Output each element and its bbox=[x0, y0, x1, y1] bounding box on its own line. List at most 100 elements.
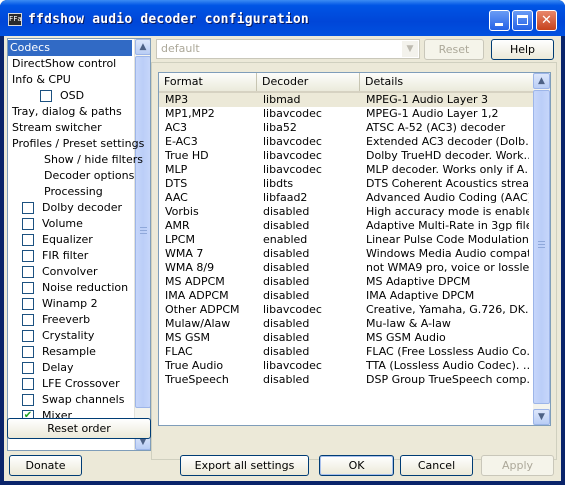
details-cell: Creative, Yamaha, G.726, DK… bbox=[366, 303, 529, 316]
dialog-client-area: ▲ ▼ Codecs DirectShow control Info & CPU OS… bbox=[4, 36, 561, 481]
tree-item-label: Resample bbox=[42, 345, 96, 358]
ok-button[interactable]: OK bbox=[319, 455, 394, 476]
tree-item-checkbox[interactable] bbox=[22, 314, 34, 326]
table-row[interactable]: WMA 8/9 disabled not WMA9 pro, voice or lo… bbox=[159, 261, 534, 275]
table-row[interactable]: MP1,MP2 libavcodec MPEG-1 Audio Layer 1,2 bbox=[159, 107, 534, 121]
table-row[interactable]: MS ADPCM disabled MS Adaptive DPCM bbox=[159, 275, 534, 289]
close-icon: ✕ bbox=[541, 13, 552, 28]
preset-value: default bbox=[161, 42, 200, 55]
details-cell: FLAC (Free Lossless Audio Co… bbox=[366, 345, 529, 358]
tree-item-checkbox[interactable] bbox=[22, 362, 34, 374]
export-all-settings-button[interactable]: Export all settings bbox=[180, 455, 309, 476]
table-row[interactable]: AAC libfaad2 Advanced Audio Coding (AAC) bbox=[159, 191, 534, 205]
preset-reset-button[interactable]: Reset bbox=[424, 39, 484, 60]
tree-item-checkbox[interactable] bbox=[22, 330, 34, 342]
window-title: ffdshow audio decoder configuration bbox=[28, 12, 309, 27]
tree-item-label: Winamp 2 bbox=[42, 297, 98, 310]
tree-item-label: Stream switcher bbox=[12, 121, 102, 134]
tree-item-label: Crystality bbox=[42, 329, 95, 342]
apply-button[interactable]: Apply bbox=[481, 455, 554, 476]
table-row[interactable]: True HD libavcodec Dolby TrueHD decoder. W… bbox=[159, 149, 534, 163]
table-row[interactable]: MLP libavcodec MLP decoder. Works only if … bbox=[159, 163, 534, 177]
tree-item-checkbox[interactable] bbox=[40, 90, 52, 102]
decoder-cell: libavcodec bbox=[263, 163, 322, 176]
format-cell: WMA 7 bbox=[165, 247, 204, 260]
column-header-format[interactable]: Format bbox=[159, 73, 257, 91]
tree-item-label: Codecs bbox=[10, 41, 50, 54]
tree-item-checkbox[interactable] bbox=[22, 266, 34, 278]
table-row[interactable]: AC3 liba52 ATSC A-52 (AC3) decoder bbox=[159, 121, 534, 135]
details-cell: Extended AC3 decoder (Dolb… bbox=[366, 135, 529, 148]
help-button[interactable]: Help bbox=[491, 39, 554, 60]
format-cell: MP3 bbox=[165, 93, 189, 106]
list-scroll-thumb[interactable] bbox=[533, 90, 550, 404]
format-cell: AAC bbox=[165, 191, 188, 204]
format-cell: AMR bbox=[165, 219, 190, 232]
cancel-button[interactable]: Cancel bbox=[400, 455, 473, 476]
tree-item-checkbox[interactable] bbox=[22, 346, 34, 358]
tree-item-checkbox[interactable] bbox=[22, 202, 34, 214]
donate-button[interactable]: Donate bbox=[9, 455, 82, 476]
settings-tree[interactable]: ▲ ▼ Codecs DirectShow control Info & CPU OS… bbox=[7, 38, 151, 451]
table-row[interactable]: WMA 7 disabled Windows Media Audio compati… bbox=[159, 247, 534, 261]
title-bar[interactable]: FFa ffdshow audio decoder configuration … bbox=[0, 0, 565, 36]
preset-combobox[interactable]: default ▼ bbox=[156, 39, 420, 59]
details-cell: MS GSM Audio bbox=[366, 331, 446, 344]
decoder-cell: libavcodec bbox=[263, 135, 322, 148]
table-row[interactable]: True Audio libavcodec TTA (Lossless Audio … bbox=[159, 359, 534, 373]
column-header-decoder[interactable]: Decoder bbox=[257, 73, 360, 91]
tree-item-checkbox[interactable] bbox=[22, 298, 34, 310]
minimize-button[interactable] bbox=[489, 10, 510, 31]
format-cell: Vorbis bbox=[165, 205, 199, 218]
table-row[interactable]: Vorbis disabled High accuracy mode is enab… bbox=[159, 205, 534, 219]
table-row[interactable]: DTS libdts DTS Coherent Acoustics strea… bbox=[159, 177, 534, 191]
tree-item-label: Decoder options bbox=[44, 169, 135, 182]
column-header-details[interactable]: Details bbox=[360, 73, 534, 91]
tree-item-checkbox[interactable] bbox=[22, 394, 34, 406]
table-row[interactable]: AMR disabled Adaptive Multi-Rate in 3gp fi… bbox=[159, 219, 534, 233]
format-cell: MLP bbox=[165, 163, 188, 176]
table-row[interactable]: TrueSpeech disabled DSP Group TrueSpeech c… bbox=[159, 373, 534, 387]
tree-item-label: Dolby decoder bbox=[42, 201, 123, 214]
tree-item-label: Info & CPU bbox=[12, 73, 71, 86]
tree-item-checkbox[interactable] bbox=[22, 378, 34, 390]
table-row[interactable]: Mulaw/Alaw disabled Mu-law & A-law bbox=[159, 317, 534, 331]
maximize-button[interactable] bbox=[512, 10, 533, 31]
table-row[interactable]: FLAC disabled FLAC (Free Lossless Audio Co… bbox=[159, 345, 534, 359]
details-cell: Advanced Audio Coding (AAC) bbox=[366, 191, 529, 204]
tree-scrollbar[interactable]: ▲ ▼ bbox=[134, 39, 150, 450]
chevron-down-icon[interactable]: ▼ bbox=[402, 41, 418, 57]
table-row[interactable]: MS GSM disabled MS GSM Audio bbox=[159, 331, 534, 345]
format-cell: WMA 8/9 bbox=[165, 261, 215, 274]
table-row[interactable]: E-AC3 libavcodec Extended AC3 decoder (Dol… bbox=[159, 135, 534, 149]
format-cell: Other ADPCM bbox=[165, 303, 240, 316]
codecs-list[interactable]: Format Decoder Details MP3 libmad MPEG-1 A… bbox=[158, 72, 551, 426]
chevron-down-icon[interactable]: ▼ bbox=[533, 409, 550, 425]
format-cell: AC3 bbox=[165, 121, 188, 134]
table-row[interactable]: IMA ADPCM disabled IMA Adaptive DPCM bbox=[159, 289, 534, 303]
tree-item-checkbox[interactable] bbox=[22, 282, 34, 294]
list-scrollbar[interactable]: ▲ ▼ bbox=[533, 73, 550, 425]
format-cell: Mulaw/Alaw bbox=[165, 317, 231, 330]
chevron-up-icon[interactable]: ▲ bbox=[533, 73, 550, 89]
tree-item-checkbox[interactable] bbox=[22, 234, 34, 246]
decoder-cell: disabled bbox=[263, 219, 310, 232]
format-cell: MS GSM bbox=[165, 331, 210, 344]
ffdshow-app-icon[interactable]: FFa bbox=[8, 13, 22, 26]
close-button[interactable]: ✕ bbox=[536, 10, 557, 31]
chevron-up-icon[interactable]: ▲ bbox=[135, 39, 150, 55]
tree-item-checkbox[interactable] bbox=[22, 218, 34, 230]
reset-order-button[interactable]: Reset order bbox=[7, 418, 151, 439]
details-cell: Mu-law & A-law bbox=[366, 317, 451, 330]
format-cell: MS ADPCM bbox=[165, 275, 225, 288]
table-row[interactable]: LPCM enabled Linear Pulse Code Modulation bbox=[159, 233, 534, 247]
list-header: Format Decoder Details bbox=[159, 73, 534, 93]
tree-item-checkbox[interactable] bbox=[22, 250, 34, 262]
format-cell: True HD bbox=[165, 149, 209, 162]
tree-item[interactable]: Codecs bbox=[8, 40, 132, 56]
tree-item-label: OSD bbox=[60, 89, 85, 102]
table-row[interactable]: Other ADPCM libavcodec Creative, Yamaha, G… bbox=[159, 303, 534, 317]
grip-line bbox=[538, 244, 545, 245]
table-row[interactable]: MP3 libmad MPEG-1 Audio Layer 3 bbox=[159, 93, 534, 107]
tree-scroll-thumb[interactable] bbox=[135, 56, 150, 408]
